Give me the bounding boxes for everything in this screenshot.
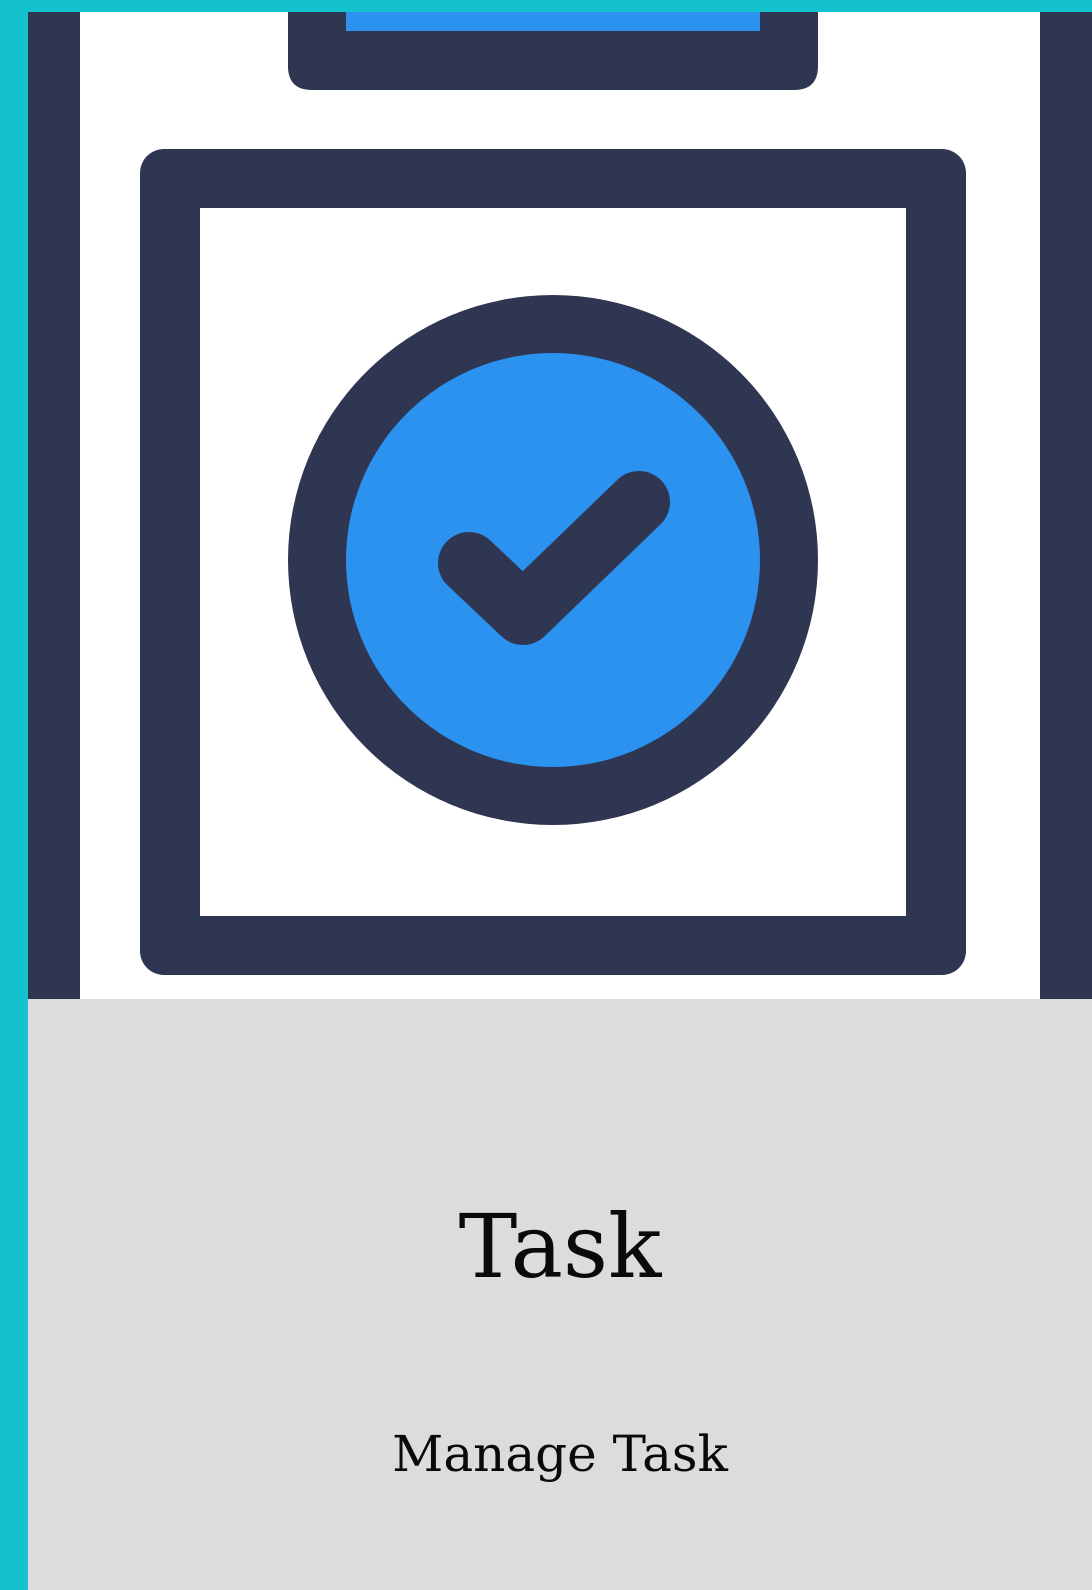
card-title: Task (458, 1195, 662, 1298)
left-border (28, 12, 80, 999)
task-illustration (28, 12, 1092, 999)
card-subtitle: Manage Task (392, 1425, 728, 1483)
right-border (1040, 12, 1092, 999)
card-caption: Task Manage Task (28, 999, 1092, 1590)
task-check-icon (28, 12, 1092, 999)
task-card[interactable]: Task Manage Task (28, 12, 1092, 1590)
